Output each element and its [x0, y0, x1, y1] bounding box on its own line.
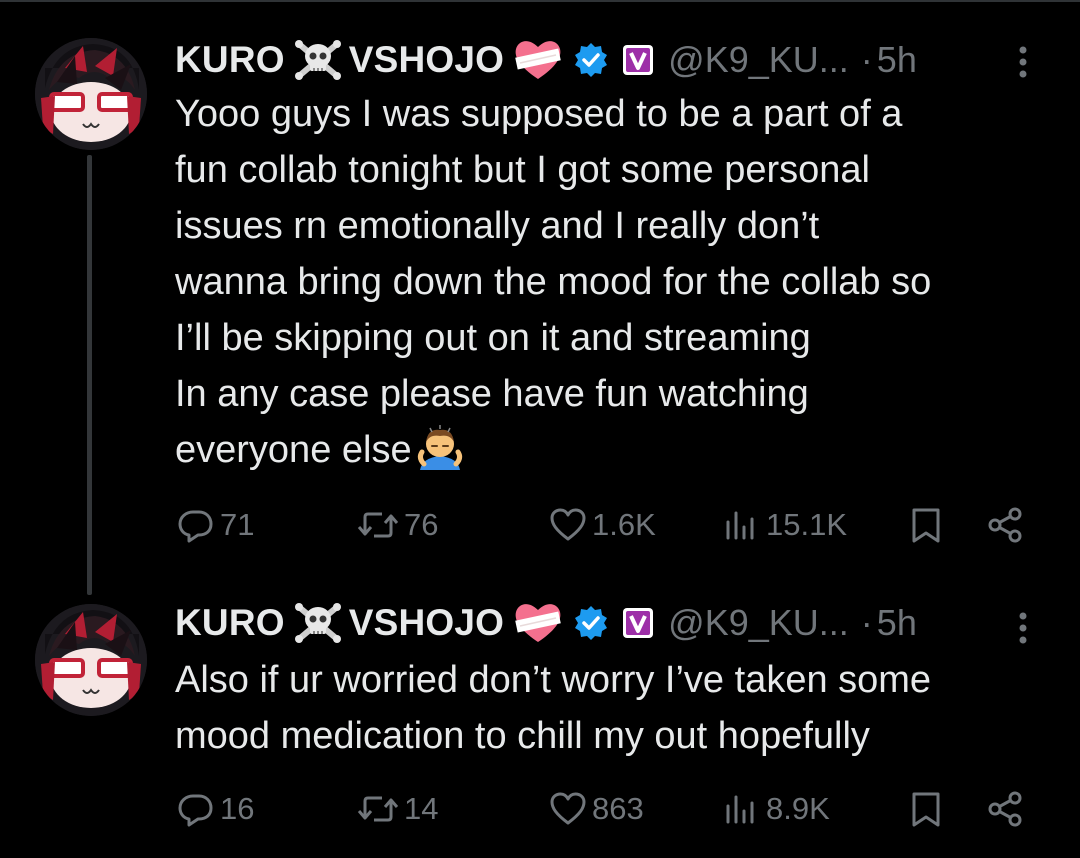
- tweet[interactable]: KURO VSHOJO: [0, 0, 1080, 595]
- repost-button[interactable]: 76: [356, 500, 438, 550]
- reply-button[interactable]: 16: [176, 784, 254, 834]
- display-name-suffix[interactable]: VSHOJO: [349, 39, 504, 81]
- repost-icon: [356, 789, 400, 829]
- share-icon: [985, 505, 1025, 545]
- heart-icon: [548, 789, 588, 829]
- user-handle[interactable]: @K9_KU...: [668, 39, 849, 81]
- mending-heart-icon: [512, 37, 564, 83]
- views-count: 8.9K: [766, 791, 830, 826]
- reply-icon: [176, 505, 216, 545]
- bookmark-button[interactable]: [907, 784, 945, 834]
- reply-button[interactable]: 71: [176, 500, 254, 550]
- tweet-text-content: Also if ur worried don’t worry I’ve take…: [175, 659, 932, 757]
- bookmark-icon: [907, 789, 945, 829]
- tweet-text-content: Yooo guys I was supposed to be a part of…: [175, 93, 932, 471]
- tweet-text: Yooo guys I was supposed to be a part of…: [175, 86, 1055, 478]
- tweet-text: Also if ur worried don’t worry I’ve take…: [175, 652, 1055, 764]
- like-button[interactable]: 1.6K: [548, 500, 656, 550]
- share-button[interactable]: [985, 500, 1025, 550]
- tweet-actions: 71 76 1.6K 15.1K: [0, 500, 1080, 550]
- repost-count: 76: [404, 507, 439, 542]
- reply-count: 71: [220, 507, 255, 542]
- tweet-header: KURO VSHOJO @K9_KU... · 5h: [175, 35, 917, 85]
- share-button[interactable]: [985, 784, 1025, 834]
- tweet[interactable]: KURO VSHOJO: [0, 590, 1080, 858]
- like-count: 863: [592, 791, 644, 826]
- reply-icon: [176, 789, 216, 829]
- avatar[interactable]: [35, 38, 147, 150]
- bookmark-icon: [907, 505, 945, 545]
- person-bowing-emoji: [416, 424, 464, 472]
- skull-crossbones-icon: [293, 38, 343, 82]
- reply-count: 16: [220, 791, 255, 826]
- timestamp[interactable]: 5h: [877, 602, 917, 644]
- views-button[interactable]: 8.9K: [722, 784, 830, 834]
- skull-crossbones-icon: [293, 601, 343, 645]
- views-count: 15.1K: [766, 507, 848, 542]
- bookmark-button[interactable]: [907, 500, 945, 550]
- views-button[interactable]: 15.1K: [722, 500, 847, 550]
- tweet-actions: 16 14 863 8.9K: [0, 784, 1080, 834]
- avatar[interactable]: [35, 604, 147, 716]
- repost-icon: [356, 505, 400, 545]
- more-options-icon[interactable]: [1013, 608, 1033, 648]
- display-name[interactable]: KURO: [175, 602, 285, 644]
- display-name[interactable]: KURO: [175, 39, 285, 81]
- views-icon: [722, 789, 762, 829]
- verified-badge-icon[interactable]: [572, 41, 610, 79]
- like-count: 1.6K: [592, 507, 656, 542]
- repost-count: 14: [404, 791, 439, 826]
- vshojo-v-badge-icon[interactable]: [622, 44, 654, 76]
- tweet-header: KURO VSHOJO @K9_KU... · 5h: [175, 598, 917, 648]
- like-button[interactable]: 863: [548, 784, 644, 834]
- vshojo-v-badge-icon[interactable]: [622, 607, 654, 639]
- separator-dot: ·: [860, 602, 873, 643]
- repost-button[interactable]: 14: [356, 784, 438, 834]
- heart-icon: [548, 505, 588, 545]
- views-icon: [722, 505, 762, 545]
- display-name-suffix[interactable]: VSHOJO: [349, 602, 504, 644]
- more-options-icon[interactable]: [1013, 42, 1033, 82]
- separator-dot: ·: [860, 39, 873, 80]
- timestamp[interactable]: 5h: [877, 39, 917, 81]
- share-icon: [985, 789, 1025, 829]
- verified-badge-icon[interactable]: [572, 604, 610, 642]
- mending-heart-icon: [512, 600, 564, 646]
- user-handle[interactable]: @K9_KU...: [668, 602, 849, 644]
